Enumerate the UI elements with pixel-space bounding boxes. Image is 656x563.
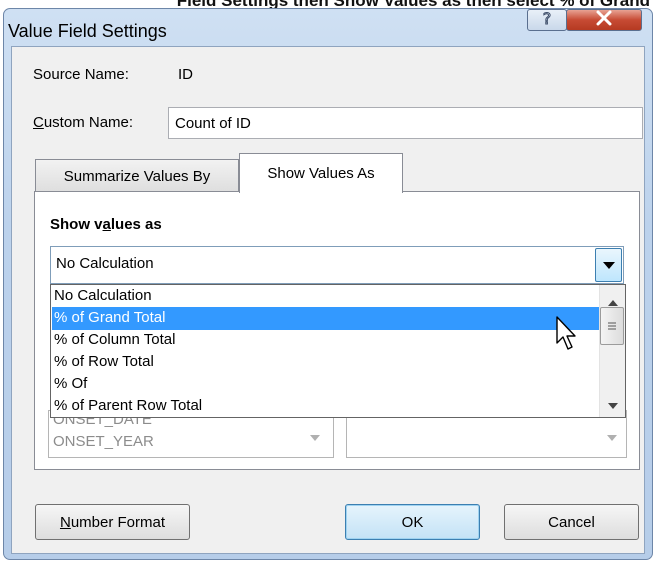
combobox-selected-value: No Calculation	[56, 255, 154, 272]
number-format-mnemonic: N	[59, 513, 71, 531]
custom-name-mnemonic: C	[33, 114, 44, 131]
combobox-dropdown-button[interactable]	[595, 248, 622, 282]
list-item[interactable]: % of Row Total	[52, 351, 599, 374]
heading-part: lues as	[110, 216, 162, 233]
chevron-down-icon	[310, 432, 320, 444]
show-values-as-dropdown-list[interactable]: No Calculation % of Grand Total % of Col…	[50, 284, 626, 418]
chevron-down-icon	[602, 257, 615, 274]
custom-name-input[interactable]	[168, 107, 643, 139]
list-item[interactable]: No Calculation	[52, 285, 599, 308]
custom-name-label-text: ustom Name:	[43, 114, 134, 131]
tab-show-values-as[interactable]: Show Values As	[239, 153, 403, 193]
dropdown-scrollbar[interactable]	[599, 285, 625, 417]
list-item[interactable]: % of Column Total	[52, 329, 599, 352]
list-item[interactable]: % of Parent Row Total	[52, 395, 599, 417]
grip-icon	[608, 322, 616, 330]
number-format-label: umber Format	[70, 513, 166, 531]
chevron-down-icon	[607, 432, 617, 444]
custom-name-label: Custom Name:	[33, 114, 133, 131]
scrollbar-thumb[interactable]	[600, 307, 624, 345]
tab-summarize-values-by[interactable]: Summarize Values By	[35, 159, 239, 192]
ok-button[interactable]: OK	[345, 504, 480, 540]
show-values-as-heading: Show values as	[50, 216, 162, 233]
cancel-button[interactable]: Cancel	[504, 504, 639, 540]
source-name-label: Source Name:	[33, 66, 129, 83]
number-format-button[interactable]: Number Format	[35, 504, 190, 540]
close-icon	[595, 10, 613, 30]
heading-part: Show v	[50, 216, 103, 233]
source-name-value: ID	[178, 66, 193, 83]
dialog-title: Value Field Settings	[8, 21, 167, 41]
close-button[interactable]	[566, 9, 642, 31]
help-icon: ?	[539, 8, 555, 32]
list-item[interactable]: % Of	[52, 373, 599, 396]
list-item-highlighted[interactable]: % of Grand Total	[52, 307, 599, 330]
scroll-down-icon[interactable]	[608, 396, 618, 413]
mouse-cursor-icon	[555, 316, 579, 360]
heading-mnemonic: a	[102, 216, 111, 233]
help-button[interactable]: ?	[527, 8, 567, 32]
svg-text:?: ?	[543, 9, 552, 27]
base-field-item: ONSET_YEAR	[53, 433, 154, 450]
